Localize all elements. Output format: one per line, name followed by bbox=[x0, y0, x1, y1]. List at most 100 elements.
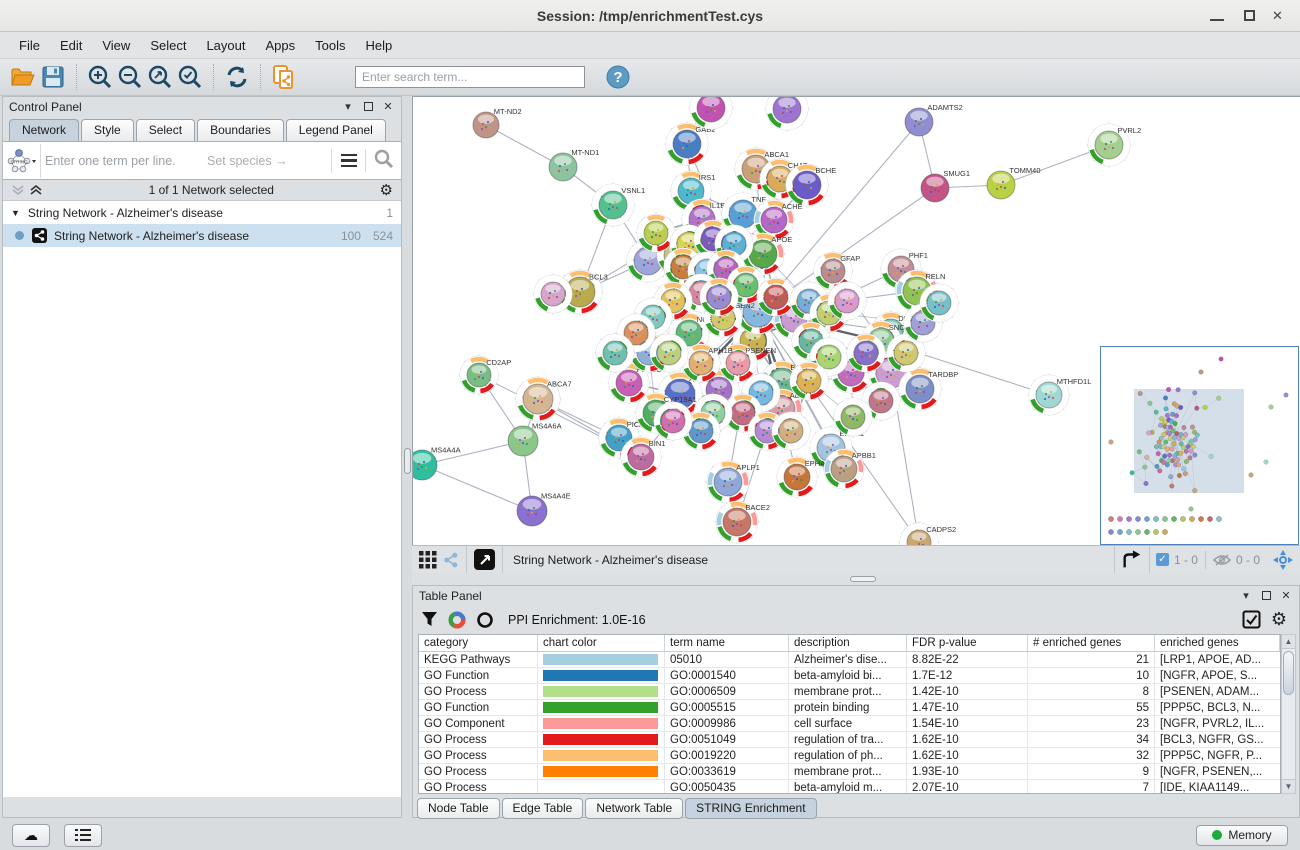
export-network-icon[interactable] bbox=[1121, 549, 1143, 571]
network-node[interactable] bbox=[533, 274, 574, 315]
network-node[interactable]: APLP1 bbox=[706, 460, 760, 505]
tab-boundaries[interactable]: Boundaries bbox=[197, 119, 284, 141]
refresh-icon[interactable] bbox=[222, 63, 252, 91]
tab-network[interactable]: Network bbox=[9, 119, 79, 141]
close-button[interactable]: ✕ bbox=[1272, 9, 1286, 23]
network-node[interactable] bbox=[833, 397, 874, 438]
navigate-compass-icon[interactable] bbox=[1272, 549, 1294, 571]
menu-file[interactable]: File bbox=[10, 34, 49, 57]
network-node[interactable]: SMUG1 bbox=[921, 169, 970, 202]
scroll-thumb[interactable] bbox=[1283, 651, 1294, 695]
network-collection-row[interactable]: ▼ String Network - Alzheimer's disease 1 bbox=[3, 201, 401, 224]
grid-view-icon[interactable] bbox=[419, 551, 437, 569]
collapse-all-icon[interactable] bbox=[11, 184, 25, 196]
menu-layout[interactable]: Layout bbox=[197, 34, 254, 57]
enrichment-chart-icon[interactable] bbox=[448, 611, 466, 629]
network-node[interactable] bbox=[827, 281, 868, 322]
network-node[interactable]: BIN1 bbox=[620, 436, 666, 479]
table-row[interactable]: GO ProcessGO:0050435beta-amyloid m...2.0… bbox=[419, 780, 1280, 794]
network-node[interactable]: TARDBP bbox=[898, 367, 959, 412]
tab-legend-panel[interactable]: Legend Panel bbox=[286, 119, 386, 141]
column-header[interactable]: category bbox=[419, 635, 538, 651]
zoom-out-icon[interactable] bbox=[115, 63, 145, 91]
network-options-gear-icon[interactable]: ⚙ bbox=[380, 181, 393, 199]
network-node[interactable]: CD2AP bbox=[459, 355, 512, 396]
network-node[interactable]: ABCA7 bbox=[515, 376, 572, 423]
network-node[interactable] bbox=[789, 361, 830, 402]
set-species-label[interactable]: Set species → bbox=[207, 154, 288, 168]
table-row[interactable]: GO FunctionGO:0001540beta-amyloid bi...1… bbox=[419, 668, 1280, 684]
network-node[interactable]: MT-ND1 bbox=[549, 148, 599, 181]
help-icon[interactable]: ? bbox=[603, 63, 633, 91]
menu-select[interactable]: Select bbox=[141, 34, 195, 57]
network-node[interactable] bbox=[595, 333, 636, 374]
tab-style[interactable]: Style bbox=[81, 119, 134, 141]
network-node[interactable] bbox=[765, 97, 810, 132]
network-node[interactable]: MTHFD1L bbox=[1028, 374, 1092, 417]
network-node[interactable]: MS4A4A bbox=[413, 445, 461, 480]
zoom-fit-icon[interactable] bbox=[145, 63, 175, 91]
string-logo-icon[interactable]: STRING bbox=[3, 144, 41, 178]
column-header[interactable]: enriched genes bbox=[1155, 635, 1280, 651]
menu-apps[interactable]: Apps bbox=[257, 34, 305, 57]
network-node[interactable]: VSNL1 bbox=[591, 183, 646, 228]
table-row[interactable]: GO FunctionGO:0005515protein binding1.47… bbox=[419, 700, 1280, 716]
zoom-selected-icon[interactable] bbox=[175, 63, 205, 91]
panel-splitter[interactable] bbox=[402, 96, 412, 818]
table-row[interactable]: GO ComponentGO:0009986cell surface1.54E-… bbox=[419, 716, 1280, 732]
expand-all-icon[interactable] bbox=[29, 184, 43, 196]
column-header[interactable]: FDR p-value bbox=[907, 635, 1028, 651]
panel-close-icon[interactable]: ✕ bbox=[381, 100, 395, 114]
memory-button[interactable]: Memory bbox=[1196, 825, 1288, 846]
network-node[interactable]: MT-ND2 bbox=[473, 107, 522, 138]
table-scrollbar[interactable]: ▲ ▼ bbox=[1281, 634, 1296, 794]
new-window-icon[interactable] bbox=[474, 549, 495, 570]
column-header[interactable]: term name bbox=[665, 635, 789, 651]
network-node[interactable]: TOMM40 bbox=[987, 166, 1041, 199]
splitter-handle[interactable] bbox=[404, 448, 411, 474]
filter-icon[interactable] bbox=[421, 611, 438, 628]
network-node[interactable] bbox=[771, 411, 812, 452]
network-node[interactable]: MS4A6A bbox=[508, 421, 562, 456]
birds-eye-view[interactable] bbox=[1100, 346, 1299, 545]
network-node[interactable] bbox=[846, 333, 887, 374]
column-header[interactable]: description bbox=[789, 635, 907, 651]
network-node[interactable]: ADAMTS2 bbox=[905, 103, 963, 136]
select-all-checkbox-icon[interactable] bbox=[1242, 610, 1261, 629]
table-splitter-handle[interactable] bbox=[850, 576, 876, 582]
minimize-button[interactable] bbox=[1210, 9, 1224, 23]
table-panel-float-icon[interactable] bbox=[1259, 589, 1273, 603]
network-node[interactable] bbox=[919, 283, 960, 324]
cloud-button[interactable]: ☁ bbox=[12, 824, 50, 847]
network-copy-icon[interactable] bbox=[269, 63, 299, 91]
menu-view[interactable]: View bbox=[93, 34, 139, 57]
table-tab-edge-table[interactable]: Edge Table bbox=[502, 798, 584, 819]
panel-dropdown-icon[interactable]: ▾ bbox=[341, 100, 355, 114]
table-row[interactable]: KEGG Pathways05010Alzheimer's dise...8.8… bbox=[419, 652, 1280, 668]
open-file-icon[interactable] bbox=[8, 63, 38, 91]
table-row[interactable]: GO ProcessGO:0051049regulation of tra...… bbox=[419, 732, 1280, 748]
scroll-up-icon[interactable]: ▲ bbox=[1282, 635, 1295, 649]
scroll-down-icon[interactable]: ▼ bbox=[1282, 779, 1295, 793]
string-query-input[interactable] bbox=[45, 154, 195, 168]
ring-chart-icon[interactable] bbox=[476, 611, 494, 629]
share-view-icon[interactable] bbox=[443, 552, 459, 568]
network-row[interactable]: String Network - Alzheimer's disease 100… bbox=[3, 224, 401, 247]
save-session-icon[interactable] bbox=[38, 63, 68, 91]
network-node[interactable]: PVRL2 bbox=[1087, 123, 1142, 168]
network-node[interactable] bbox=[653, 401, 694, 442]
table-splitter[interactable] bbox=[412, 573, 1300, 585]
table-row[interactable]: GO ProcessGO:0006509membrane prot...1.42… bbox=[419, 684, 1280, 700]
network-node[interactable]: BACE2 bbox=[715, 500, 771, 545]
column-header[interactable]: # enriched genes bbox=[1028, 635, 1155, 651]
menu-help[interactable]: Help bbox=[357, 34, 402, 57]
table-row[interactable]: GO ProcessGO:0033619membrane prot...1.93… bbox=[419, 764, 1280, 780]
selected-nodes-checkbox-icon[interactable]: ✓ bbox=[1156, 553, 1169, 566]
table-tab-node-table[interactable]: Node Table bbox=[417, 798, 500, 819]
zoom-in-icon[interactable] bbox=[85, 63, 115, 91]
table-panel-close-icon[interactable]: ✕ bbox=[1279, 589, 1293, 603]
network-node[interactable] bbox=[649, 333, 690, 374]
network-node[interactable]: MS4A4E bbox=[517, 491, 571, 526]
table-panel-dropdown-icon[interactable]: ▾ bbox=[1239, 589, 1253, 603]
table-tab-string-enrichment[interactable]: STRING Enrichment bbox=[685, 798, 816, 819]
